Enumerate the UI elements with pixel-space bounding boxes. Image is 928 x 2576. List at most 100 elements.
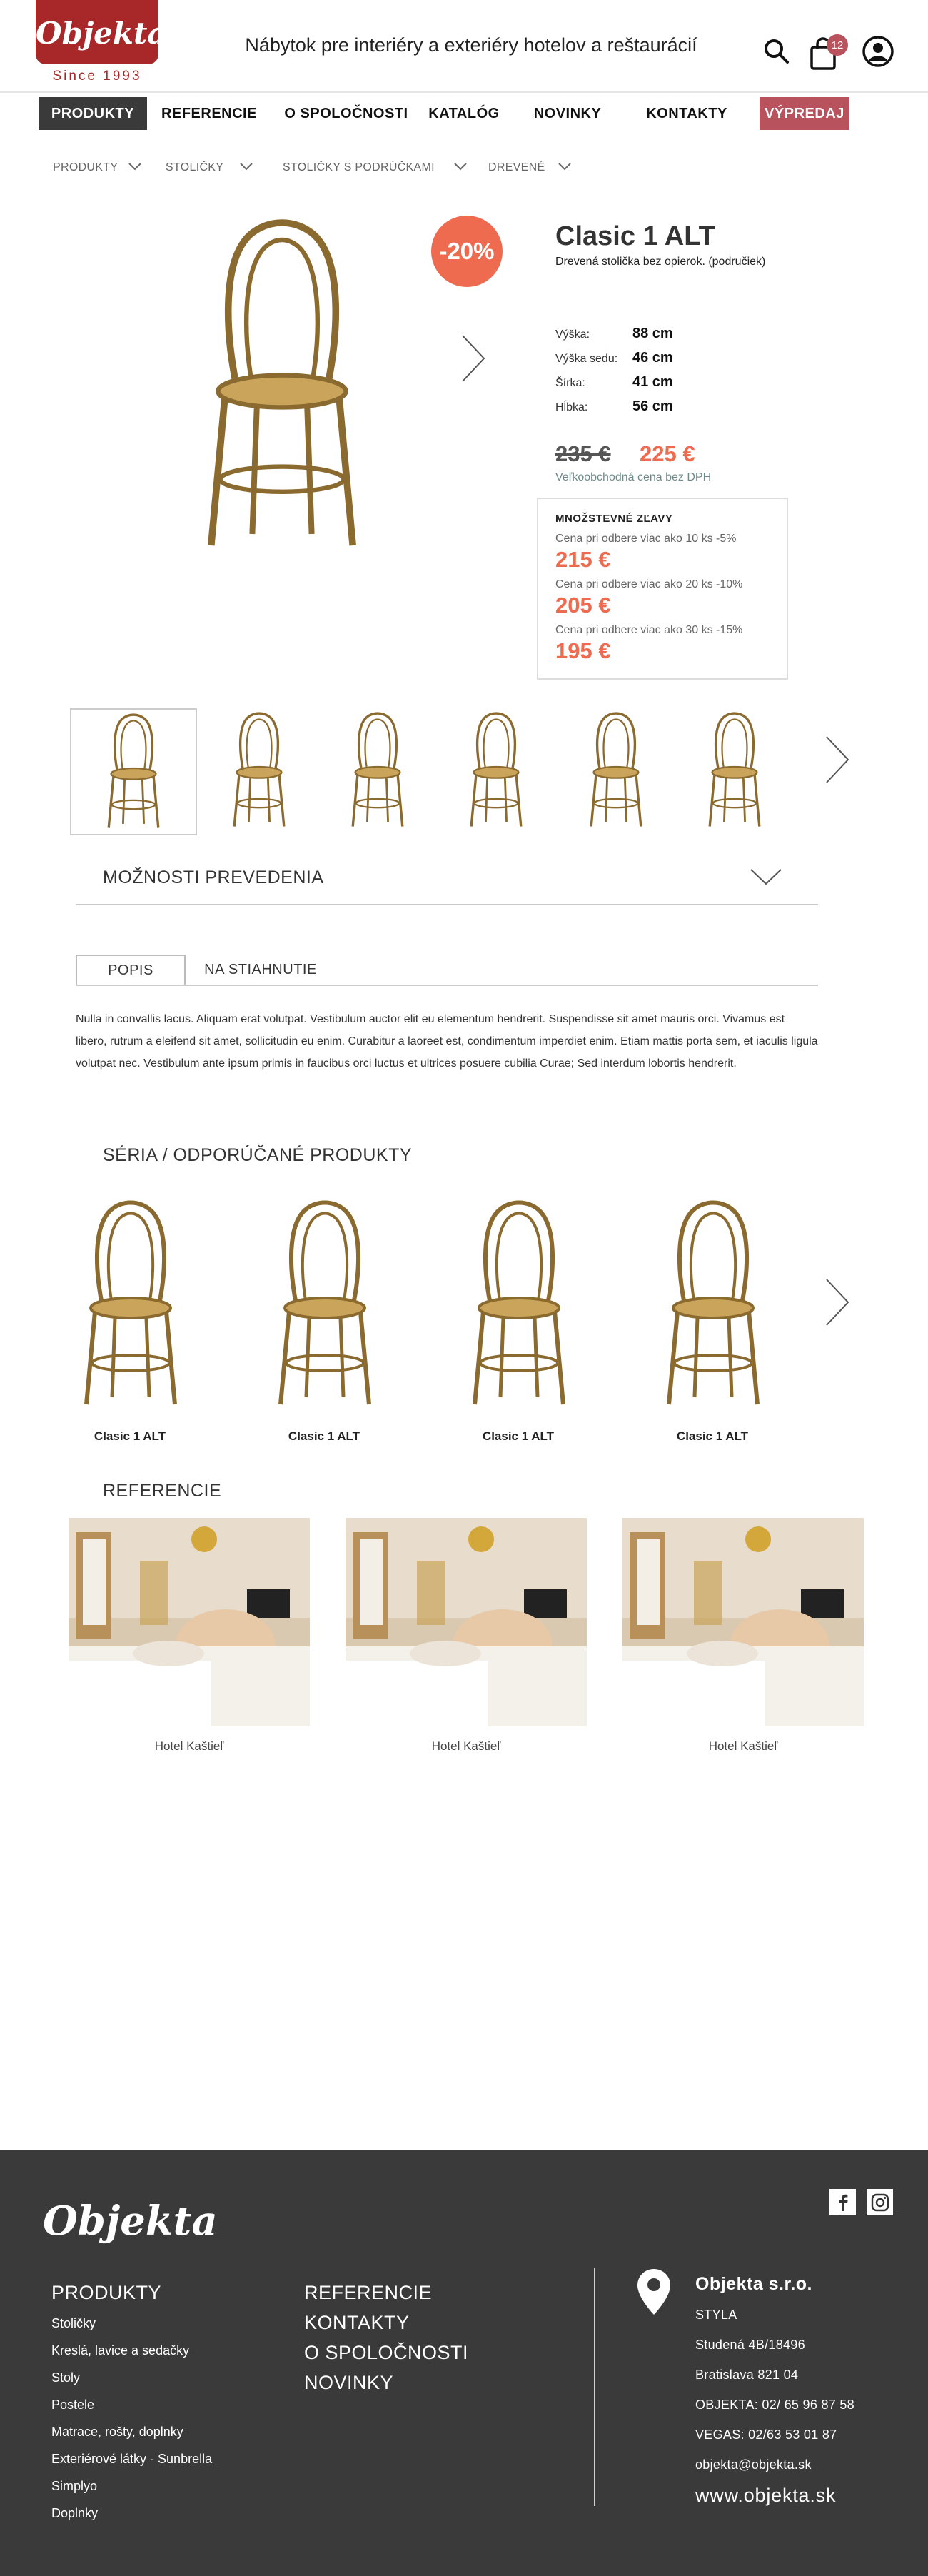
series-product-name[interactable]: Clasic 1 ALT bbox=[44, 1429, 216, 1444]
product-description: Nulla in convallis lacus. Aliquam erat v… bbox=[76, 1013, 818, 1070]
footer-phone[interactable]: VEGAS: 02/63 53 01 87 bbox=[695, 2427, 837, 2442]
search-icon[interactable] bbox=[762, 37, 791, 66]
product-thumbnail[interactable] bbox=[316, 708, 443, 835]
product-thumbnail[interactable] bbox=[197, 708, 324, 835]
series-product-image[interactable] bbox=[257, 1194, 393, 1415]
nav-o-spolocnosti[interactable]: O SPOLOČNOSTI bbox=[278, 97, 414, 130]
chevron-down-icon[interactable] bbox=[453, 159, 468, 174]
footer-logo[interactable]: Objekta bbox=[43, 2198, 218, 2245]
chevron-down-icon[interactable] bbox=[557, 159, 573, 174]
series-title: SÉRIA / ODPORÚČANÉ PRODUKTY bbox=[103, 1145, 413, 1165]
reference-image[interactable] bbox=[622, 1518, 864, 1726]
footer-menu-referencie[interactable]: REFERENCIE bbox=[304, 2282, 432, 2304]
facebook-icon[interactable] bbox=[829, 2189, 856, 2215]
footer-menu-novinky[interactable]: NOVINKY bbox=[304, 2372, 393, 2394]
new-price: 225 € bbox=[640, 441, 695, 466]
spec-value: 46 cm bbox=[632, 350, 673, 366]
footer-products-title[interactable]: PRODUKTY bbox=[51, 2282, 161, 2304]
footer-product-link[interactable]: Stoly bbox=[51, 2370, 80, 2385]
spec-value: 41 cm bbox=[632, 374, 673, 390]
chevron-down-icon[interactable] bbox=[238, 159, 254, 174]
series-product-name[interactable]: Clasic 1 ALT bbox=[433, 1429, 604, 1444]
breadcrumb-produkty[interactable]: PRODUKTY bbox=[53, 161, 118, 174]
tabs-divider bbox=[76, 985, 818, 986]
footer-product-link[interactable]: Kreslá, lavice a sedačky bbox=[51, 2343, 189, 2358]
cart-count-badge: 12 bbox=[827, 34, 848, 56]
user-account-icon[interactable] bbox=[861, 34, 895, 69]
footer-product-link[interactable]: Postele bbox=[51, 2398, 94, 2413]
footer-menu-kontakty[interactable]: KONTAKTY bbox=[304, 2312, 410, 2334]
series-product-image[interactable] bbox=[451, 1194, 587, 1415]
nav-kontakty[interactable]: KONTAKTY bbox=[635, 97, 738, 130]
location-pin-icon bbox=[637, 2269, 670, 2315]
series-product-image[interactable] bbox=[645, 1194, 781, 1415]
quantity-tier-price: 195 € bbox=[555, 638, 611, 663]
old-price: 235 € bbox=[555, 441, 611, 466]
quantity-tier-text: Cena pri odbere viac ako 20 ks -10% bbox=[555, 578, 743, 590]
spec-label: Výška sedu: bbox=[555, 353, 618, 365]
quantity-tier-text: Cena pri odbere viac ako 10 ks -5% bbox=[555, 533, 737, 545]
footer-product-link[interactable]: Simplyo bbox=[51, 2479, 97, 2494]
footer-menu-o-spolocnosti[interactable]: O SPOLOČNOSTI bbox=[304, 2342, 468, 2364]
series-product-name[interactable]: Clasic 1 ALT bbox=[238, 1429, 410, 1444]
reference-name[interactable]: Hotel Kaštieľ bbox=[69, 1739, 310, 1754]
product-title: Clasic 1 ALT bbox=[555, 221, 715, 251]
breadcrumb-stolicky-s-podruckami[interactable]: STOLIČKY S PODRÚČKAMI bbox=[283, 161, 435, 174]
quantity-tier-text: Cena pri odbere viac ako 30 ks -15% bbox=[555, 624, 743, 636]
product-thumbnail[interactable] bbox=[554, 708, 681, 835]
quantity-tier-price: 205 € bbox=[555, 593, 611, 618]
product-subtitle: Drevená stolička bez opierok. (područiek… bbox=[555, 256, 766, 268]
footer-website[interactable]: www.objekta.sk bbox=[695, 2485, 836, 2507]
logo[interactable]: Objekta bbox=[36, 16, 167, 51]
footer-phone[interactable]: OBJEKTA: 02/ 65 96 87 58 bbox=[695, 2398, 854, 2413]
nav-produkty[interactable]: PRODUKTY bbox=[39, 97, 147, 130]
footer-company-name: Objekta s.r.o. bbox=[695, 2274, 813, 2294]
product-thumbnail[interactable] bbox=[434, 708, 561, 835]
series-product-name[interactable]: Clasic 1 ALT bbox=[627, 1429, 798, 1444]
footer-product-link[interactable]: Matrace, rošty, doplnky bbox=[51, 2425, 183, 2440]
reference-name[interactable]: Hotel Kaštieľ bbox=[622, 1739, 864, 1754]
reference-name[interactable]: Hotel Kaštieľ bbox=[346, 1739, 587, 1754]
nav-katalog[interactable]: KATALÓG bbox=[424, 97, 504, 130]
chevron-right-icon[interactable] bbox=[821, 733, 854, 787]
reference-image[interactable] bbox=[69, 1518, 310, 1726]
footer-product-link[interactable]: Stoličky bbox=[51, 2316, 96, 2331]
footer-info: Bratislava 821 04 bbox=[695, 2368, 799, 2382]
reference-image[interactable] bbox=[346, 1518, 587, 1726]
chevron-right-icon[interactable] bbox=[457, 331, 490, 386]
chevron-down-icon[interactable] bbox=[748, 865, 784, 887]
breadcrumb-drevene[interactable]: DREVENÉ bbox=[488, 161, 545, 174]
product-main-image[interactable] bbox=[178, 214, 385, 557]
chevron-down-icon[interactable] bbox=[127, 159, 143, 174]
nav-novinky[interactable]: NOVINKY bbox=[521, 97, 614, 130]
discount-badge: -20% bbox=[431, 216, 503, 287]
options-title[interactable]: MOŽNOSTI PREVEDENIA bbox=[103, 867, 324, 888]
footer-info: Studená 4B/18496 bbox=[695, 2338, 805, 2352]
breadcrumb-stolicky[interactable]: STOLIČKY bbox=[166, 161, 223, 174]
instagram-icon[interactable] bbox=[867, 2189, 893, 2215]
product-thumbnail[interactable] bbox=[672, 708, 800, 835]
nav-vypredaj[interactable]: VÝPREDAJ bbox=[760, 97, 849, 130]
options-divider bbox=[76, 904, 818, 905]
spec-value: 56 cm bbox=[632, 398, 673, 414]
quantity-discount-title: MNOŽSTEVNÉ ZĽAVY bbox=[555, 513, 673, 525]
footer-info: STYLA bbox=[695, 2308, 737, 2322]
tab-popis[interactable]: POPIS bbox=[76, 955, 186, 985]
series-product-image[interactable] bbox=[63, 1194, 198, 1415]
header-tagline: Nábytok pre interiéry a exteriéry hotelo… bbox=[245, 34, 697, 56]
footer-email[interactable]: objekta@objekta.sk bbox=[695, 2457, 812, 2472]
footer-product-link[interactable]: Doplnky bbox=[51, 2506, 98, 2521]
footer-product-link[interactable]: Exteriérové látky - Sunbrella bbox=[51, 2452, 212, 2467]
spec-label: Hĺbka: bbox=[555, 401, 588, 413]
nav-referencie[interactable]: REFERENCIE bbox=[158, 97, 260, 130]
references-title: REFERENCIE bbox=[103, 1481, 222, 1501]
spec-label: Výška: bbox=[555, 328, 590, 341]
price-note: Veľkoobchodná cena bez DPH bbox=[555, 471, 712, 483]
header-divider bbox=[0, 91, 928, 93]
tab-na-stiahnutie[interactable]: NA STIAHNUTIE bbox=[193, 955, 328, 985]
product-thumbnail[interactable] bbox=[70, 708, 197, 835]
spec-value: 88 cm bbox=[632, 326, 673, 341]
chevron-right-icon[interactable] bbox=[821, 1275, 854, 1329]
footer-divider bbox=[594, 2268, 595, 2506]
quantity-tier-price: 215 € bbox=[555, 547, 611, 572]
